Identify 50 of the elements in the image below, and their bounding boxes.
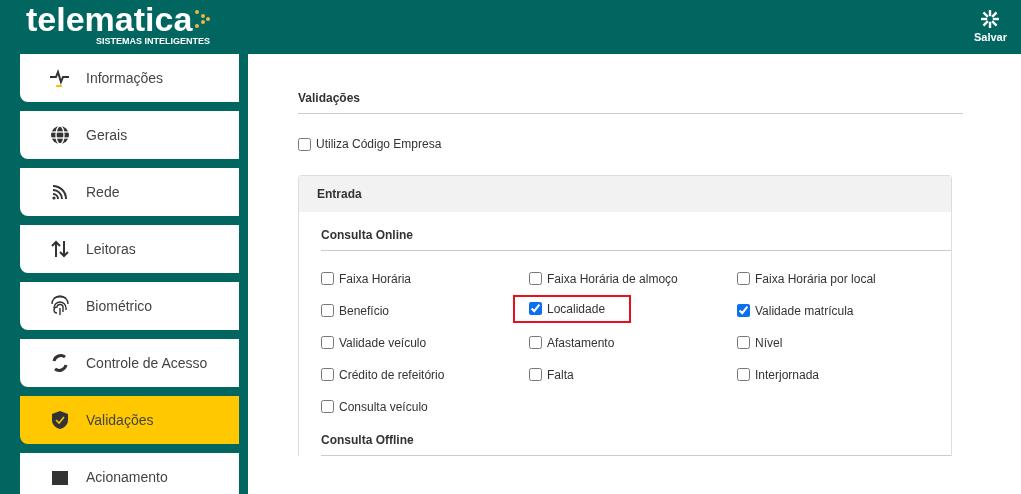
checkbox[interactable] xyxy=(737,304,750,317)
checkbox[interactable] xyxy=(737,336,750,349)
checkbox-label: Validade veículo xyxy=(339,335,427,350)
dots-icon xyxy=(194,9,211,29)
checkbox-label: Falta xyxy=(547,367,574,382)
card-header: Entrada xyxy=(299,175,951,212)
sidebar-item[interactable]: Controle de Acesso xyxy=(20,339,239,387)
checkbox[interactable] xyxy=(298,137,311,151)
checkbox-label: Faixa Horária por local xyxy=(755,271,876,286)
checkbox-label: Localidade xyxy=(547,301,606,316)
checkbox[interactable] xyxy=(321,368,334,381)
checkbox-label: Interjornada xyxy=(755,367,820,382)
checkbox[interactable] xyxy=(529,368,542,381)
sidebar-item[interactable]: Leitoras xyxy=(20,225,239,273)
checkbox-label: Faixa Horária xyxy=(339,271,412,286)
globe-icon xyxy=(49,124,71,146)
checkbox-label: Utiliza Código Empresa xyxy=(316,137,442,151)
sidebar-item[interactable]: Validações xyxy=(20,396,239,444)
sidebar-item[interactable]: Acionamento xyxy=(20,453,239,494)
sidebar-item[interactable]: Gerais xyxy=(20,111,239,159)
checkbox[interactable] xyxy=(321,304,334,317)
sidebar-item[interactable]: Rede xyxy=(20,168,239,216)
logo-tagline: SISTEMAS INTELIGENTES xyxy=(96,36,210,47)
checkbox[interactable] xyxy=(737,272,750,285)
sidebar-item[interactable]: Informações xyxy=(20,54,239,102)
checkbox-label: Crédito de refeitório xyxy=(339,367,445,382)
checkbox-label: Benefício xyxy=(339,303,390,318)
checkbox[interactable] xyxy=(321,336,334,349)
checkbox[interactable] xyxy=(321,400,334,413)
checkbox[interactable] xyxy=(529,302,542,315)
checkbox[interactable] xyxy=(737,368,750,381)
checkbox-label: Afastamento xyxy=(547,335,615,350)
checkbox[interactable] xyxy=(529,272,542,285)
save-button[interactable]: Salvar xyxy=(973,10,1007,43)
spinner-icon xyxy=(981,10,1000,28)
shield-icon xyxy=(49,409,71,431)
checkbox-label: Nível xyxy=(755,335,783,350)
arrows-icon xyxy=(49,238,71,260)
checkbox[interactable] xyxy=(529,336,542,349)
checkbox-label: Faixa Horária de almoço xyxy=(547,271,678,286)
pulse-icon xyxy=(49,67,71,89)
logo-wordmark: telematica xyxy=(26,2,193,36)
group-title: Consulta Offline xyxy=(321,432,951,456)
fingerprint-icon xyxy=(49,295,71,317)
checkbox-label: Validade matrícula xyxy=(755,303,854,318)
checkbox[interactable] xyxy=(321,272,334,285)
group-title: Consulta Online xyxy=(321,227,951,251)
checkbox-label: Consulta veículo xyxy=(339,399,428,414)
section-title: Validações xyxy=(298,91,963,114)
sidebar-item[interactable]: Biométrico xyxy=(20,282,239,330)
